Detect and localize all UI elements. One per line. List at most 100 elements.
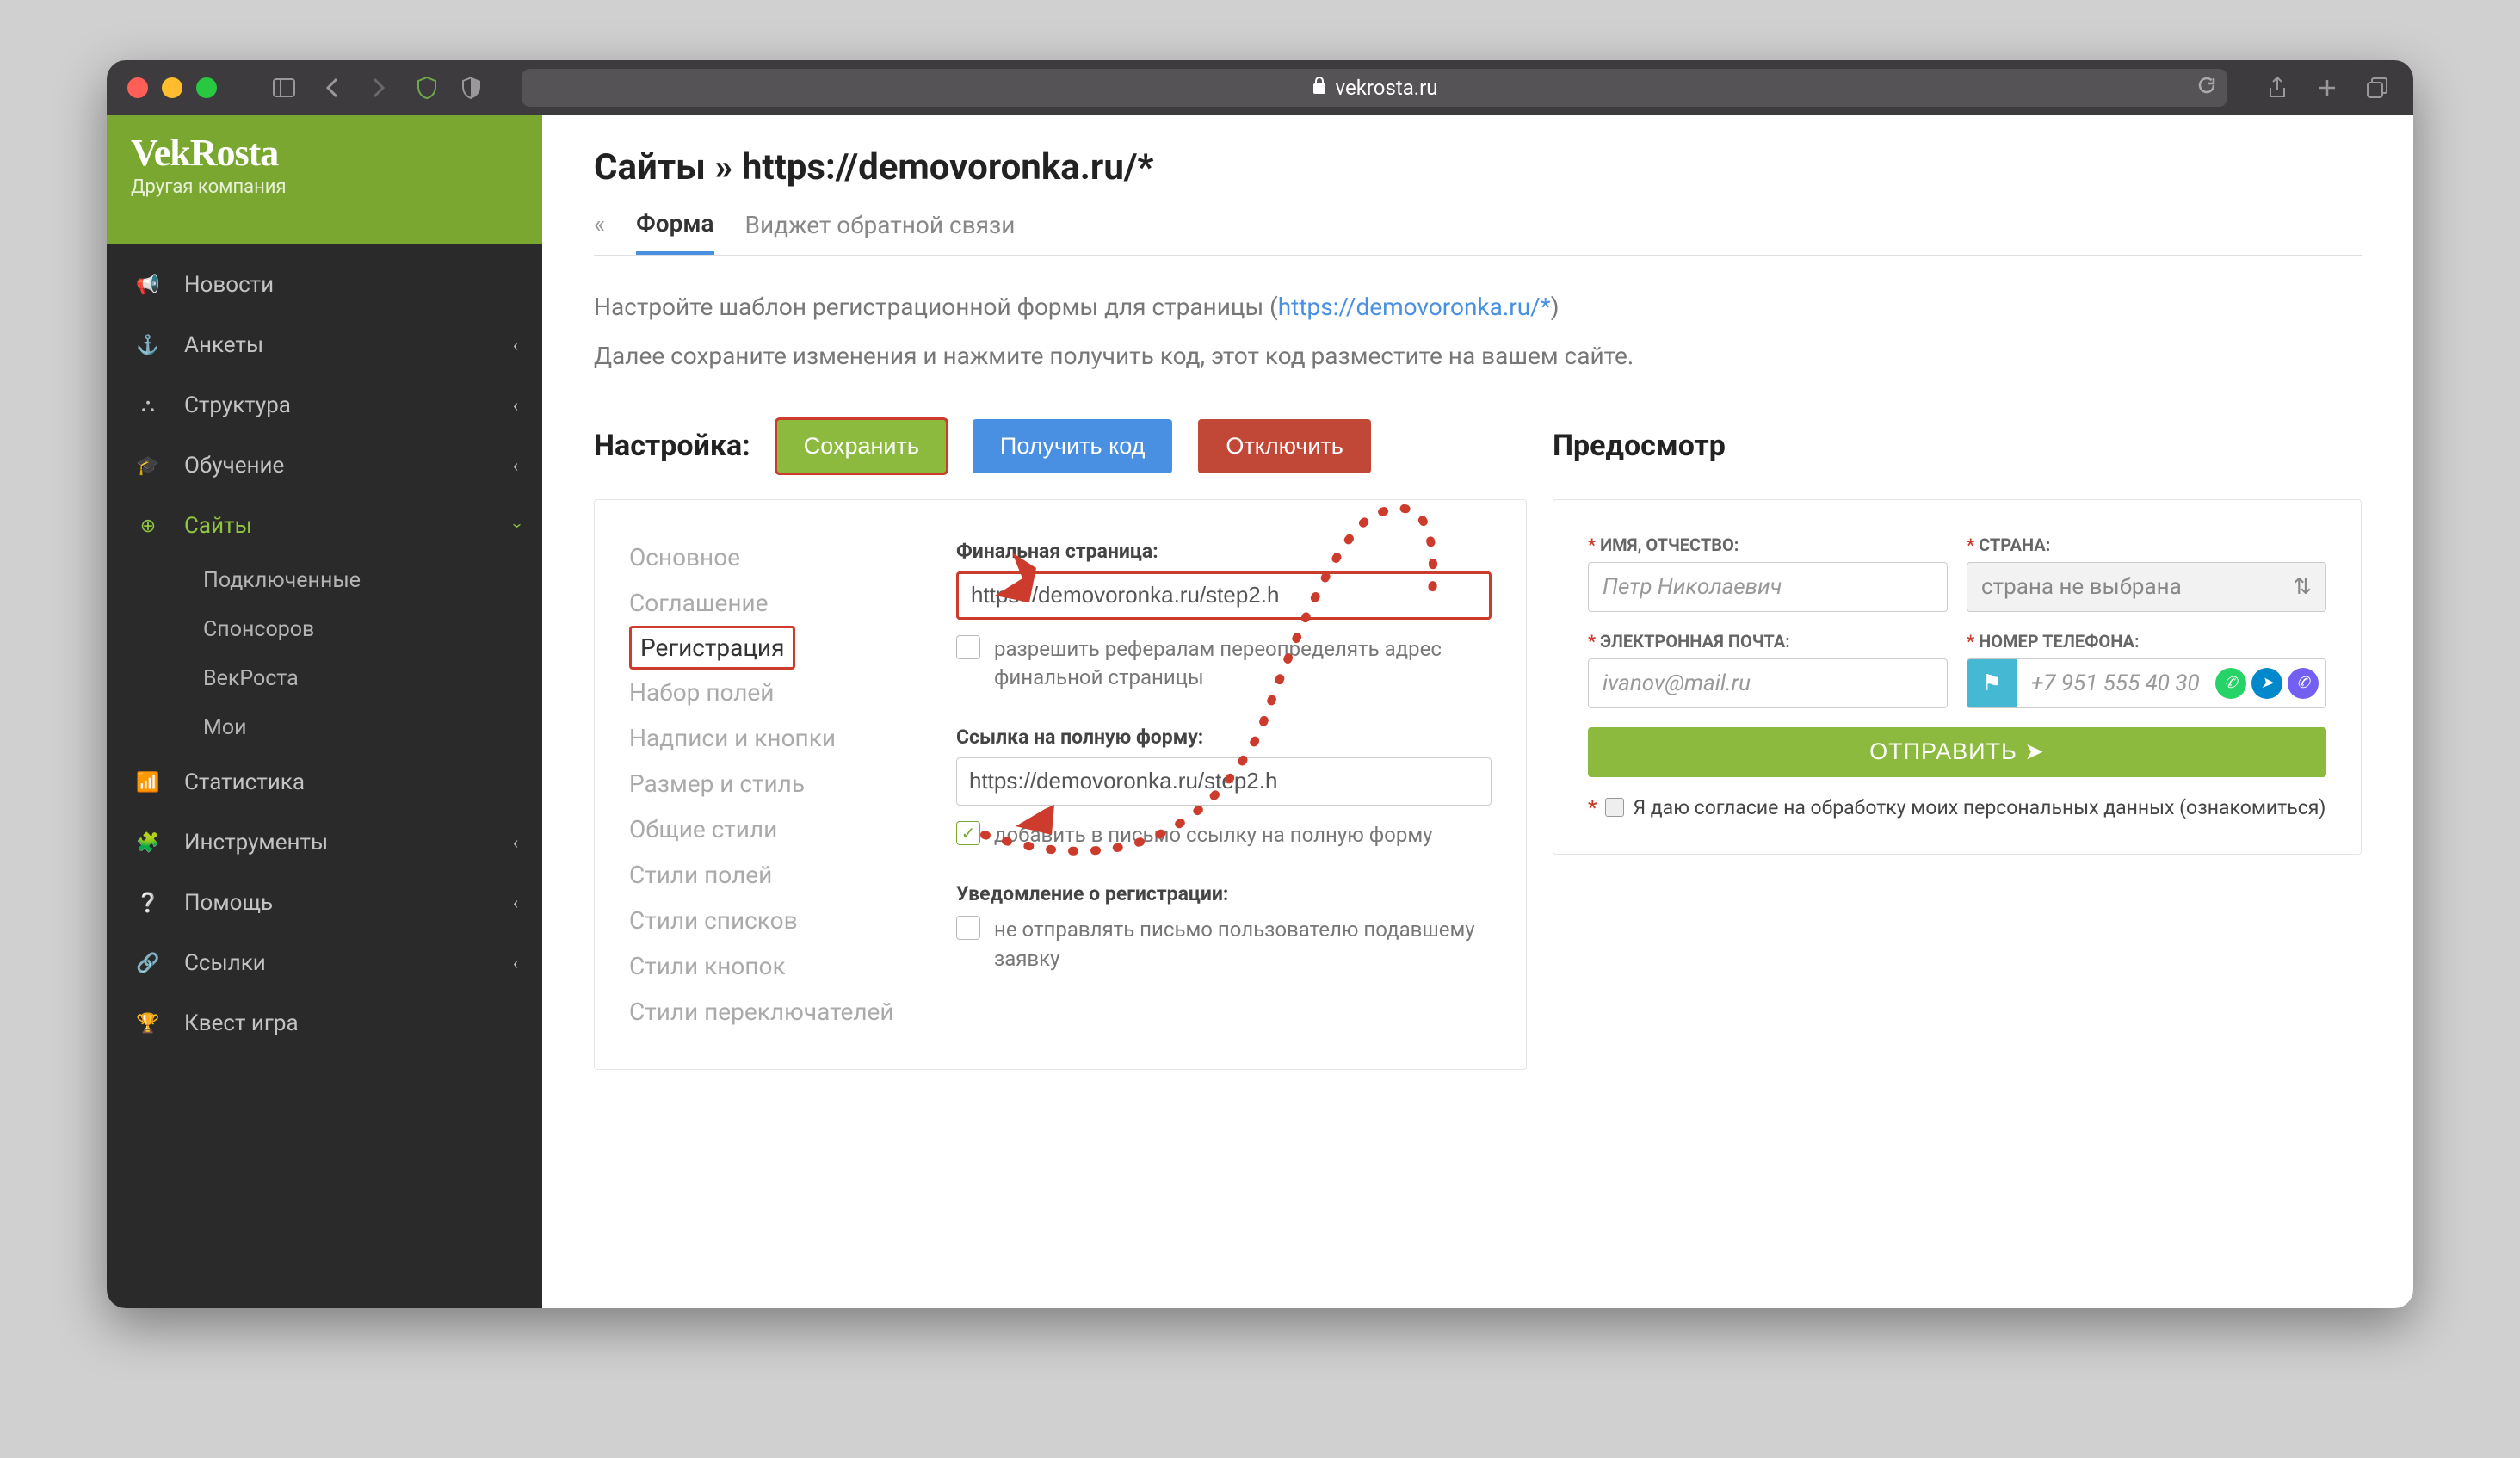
sidebar-item-label: Ссылки [184, 950, 266, 976]
add-link-email-checkbox[interactable]: ✓ [956, 821, 980, 845]
notify-skip-checkbox[interactable] [956, 916, 980, 940]
address-bar[interactable]: vekrosta.ru [522, 69, 2227, 107]
preview-name-input[interactable]: Петр Николаевич [1588, 562, 1948, 612]
allow-referrals-checkbox[interactable] [956, 635, 980, 659]
puzzle-icon: 🧩 [136, 832, 160, 854]
settings-menu-common-styles[interactable]: Общие стили [629, 806, 922, 852]
sidebar-item-label: Структура [184, 392, 291, 418]
company-name: Другая компания [131, 176, 518, 198]
chevron-left-icon: ‹ [513, 953, 518, 973]
settings-menu-list-styles[interactable]: Стили списков [629, 898, 922, 943]
settings-menu-toggle-styles[interactable]: Стили переключателей [629, 989, 922, 1035]
refresh-icon[interactable] [2196, 75, 2217, 101]
close-window-icon[interactable] [127, 77, 148, 98]
settings-panel: Основное Соглашение Регистрация Набор по… [594, 499, 1527, 1070]
url-text: vekrosta.ru [1336, 76, 1438, 100]
sidebar-item-structure[interactable]: ⛬Структура‹ [107, 375, 542, 436]
chevron-left-icon: ‹ [513, 893, 518, 913]
sidebar-subitem-sponsors[interactable]: Спонсоров [186, 605, 542, 654]
disable-button[interactable]: Отключить [1198, 419, 1370, 473]
minimize-window-icon[interactable] [162, 77, 182, 98]
telegram-icon[interactable]: ➤ [2251, 668, 2282, 699]
settings-menu-main[interactable]: Основное [629, 534, 922, 580]
whatsapp-icon[interactable]: ✆ [2215, 668, 2246, 699]
intro-link[interactable]: https://demovoronka.ru/* [1278, 293, 1551, 321]
select-arrows-icon: ⇅ [2293, 574, 2312, 600]
add-link-email-label: добавить в письмо ссылку на полную форму [994, 821, 1432, 850]
sidebar-item-education[interactable]: 🎓Обучение‹ [107, 436, 542, 496]
anchor-icon: ⚓ [136, 335, 160, 356]
new-tab-icon[interactable] [2312, 72, 2343, 103]
intro-line-1: Настройте шаблон регистрационной формы д… [594, 288, 2362, 327]
preview-email-label: * ЭЛЕКТРОННАЯ ПОЧТА: [1588, 631, 1948, 652]
get-code-button[interactable]: Получить код [973, 419, 1172, 473]
lock-icon [1312, 76, 1327, 100]
tab-back[interactable]: « [594, 210, 605, 254]
sidebar-header: VekRosta Другая компания [107, 115, 542, 244]
breadcrumb: Сайты » https://demovoronka.ru/* [594, 146, 2362, 188]
sidebar-item-sites[interactable]: ⊕ Сайты ‹ [107, 496, 542, 556]
help-icon: ❔ [136, 893, 160, 914]
consent-checkbox[interactable] [1605, 798, 1624, 817]
sidebar-item-label: Сайты [184, 513, 252, 539]
sidebar-toggle-icon[interactable] [269, 72, 300, 103]
megaphone-icon: 📢 [136, 275, 160, 296]
save-button[interactable]: Сохранить [776, 419, 947, 473]
shield-icon[interactable] [456, 72, 487, 103]
sidebar-subitem-connected[interactable]: Подключенные [186, 556, 542, 605]
preview-email-input[interactable]: ivanov@mail.ru [1588, 658, 1948, 708]
full-form-label: Ссылка на полную форму: [956, 726, 1492, 749]
left-sidebar: VekRosta Другая компания 📢Новости ⚓Анкет… [107, 115, 542, 1308]
settings-menu-fields[interactable]: Набор полей [629, 670, 922, 715]
preview-country-select[interactable]: страна не выбрана⇅ [1967, 562, 2326, 612]
sidebar-item-help[interactable]: ❔ Помощь ‹ [107, 873, 542, 933]
tabs-overview-icon[interactable] [2362, 72, 2393, 103]
config-row: Настройка: Сохранить Получить код Отключ… [594, 419, 2362, 473]
consent-text: Я даю согласие на обработку моих персона… [1633, 796, 2325, 819]
sidebar-item-links[interactable]: 🔗 Ссылки ‹ [107, 933, 542, 993]
preview-phone-input[interactable]: +7 951 555 40 30 ✆ ➤ ✆ [2017, 658, 2326, 708]
privacy-report-icon[interactable] [411, 72, 442, 103]
back-icon[interactable] [317, 72, 348, 103]
chart-icon: 📶 [136, 772, 160, 794]
viber-icon[interactable]: ✆ [2288, 668, 2319, 699]
settings-menu-agreement[interactable]: Соглашение [629, 580, 922, 626]
phone-flag-icon[interactable]: ⚑ [1967, 658, 2017, 708]
sidebar-item-label: Помощь [184, 890, 273, 916]
chevron-down-icon: ‹ [505, 523, 526, 528]
settings-menu-labels[interactable]: Надписи и кнопки [629, 715, 922, 761]
preview-name-label: * ИМЯ, ОТЧЕСТВО: [1588, 534, 1948, 555]
preview-submit-button[interactable]: ОТПРАВИТЬ ➤ [1588, 727, 2326, 777]
traffic-lights [127, 77, 217, 98]
settings-menu-registration[interactable]: Регистрация [629, 626, 795, 670]
nav: 📢Новости ⚓Анкеты‹ ⛬Структура‹ 🎓 Обучение ‹… [107, 244, 542, 1308]
final-page-input[interactable] [956, 571, 1492, 620]
sidebar-subitem-my[interactable]: Мои [186, 703, 542, 752]
sidebar-item-tools[interactable]: 🧩Инструменты‹ [107, 812, 542, 873]
sidebar-item-label: Обучение [184, 453, 284, 479]
settings-body: Финальная страница: разрешить рефералам … [956, 534, 1492, 1035]
chevron-left-icon: ‹ [513, 335, 518, 355]
settings-menu: Основное Соглашение Регистрация Набор по… [629, 534, 922, 1035]
tab-widget[interactable]: Виджет обратной связи [745, 211, 1016, 253]
share-icon[interactable] [2262, 72, 2293, 103]
sidebar-item-stats[interactable]: 📶Статистика [107, 752, 542, 812]
link-icon: 🔗 [136, 953, 160, 974]
browser-chrome: vekrosta.ru [107, 60, 2413, 115]
sidebar-item-surveys[interactable]: ⚓Анкеты‹ [107, 315, 542, 375]
settings-menu-field-styles[interactable]: Стили полей [629, 852, 922, 898]
forward-icon[interactable] [363, 72, 394, 103]
globe-icon: ⊕ [136, 516, 160, 537]
settings-menu-button-styles[interactable]: Стили кнопок [629, 943, 922, 989]
notify-label: Уведомление о регистрации: [956, 882, 1492, 905]
sidebar-subitem-vekrosta[interactable]: ВекРоста [186, 654, 542, 703]
maximize-window-icon[interactable] [196, 77, 217, 98]
sidebar-item-quest[interactable]: 🏆Квест игра [107, 993, 542, 1053]
full-form-input[interactable] [956, 757, 1492, 806]
sidebar-item-news[interactable]: 📢Новости [107, 255, 542, 315]
gradcap-icon: 🎓 [136, 455, 160, 477]
logo[interactable]: VekRosta [131, 131, 518, 175]
tab-form[interactable]: Форма [636, 209, 713, 255]
preview-country-label: * СТРАНА: [1967, 534, 2326, 555]
settings-menu-size[interactable]: Размер и стиль [629, 761, 922, 806]
